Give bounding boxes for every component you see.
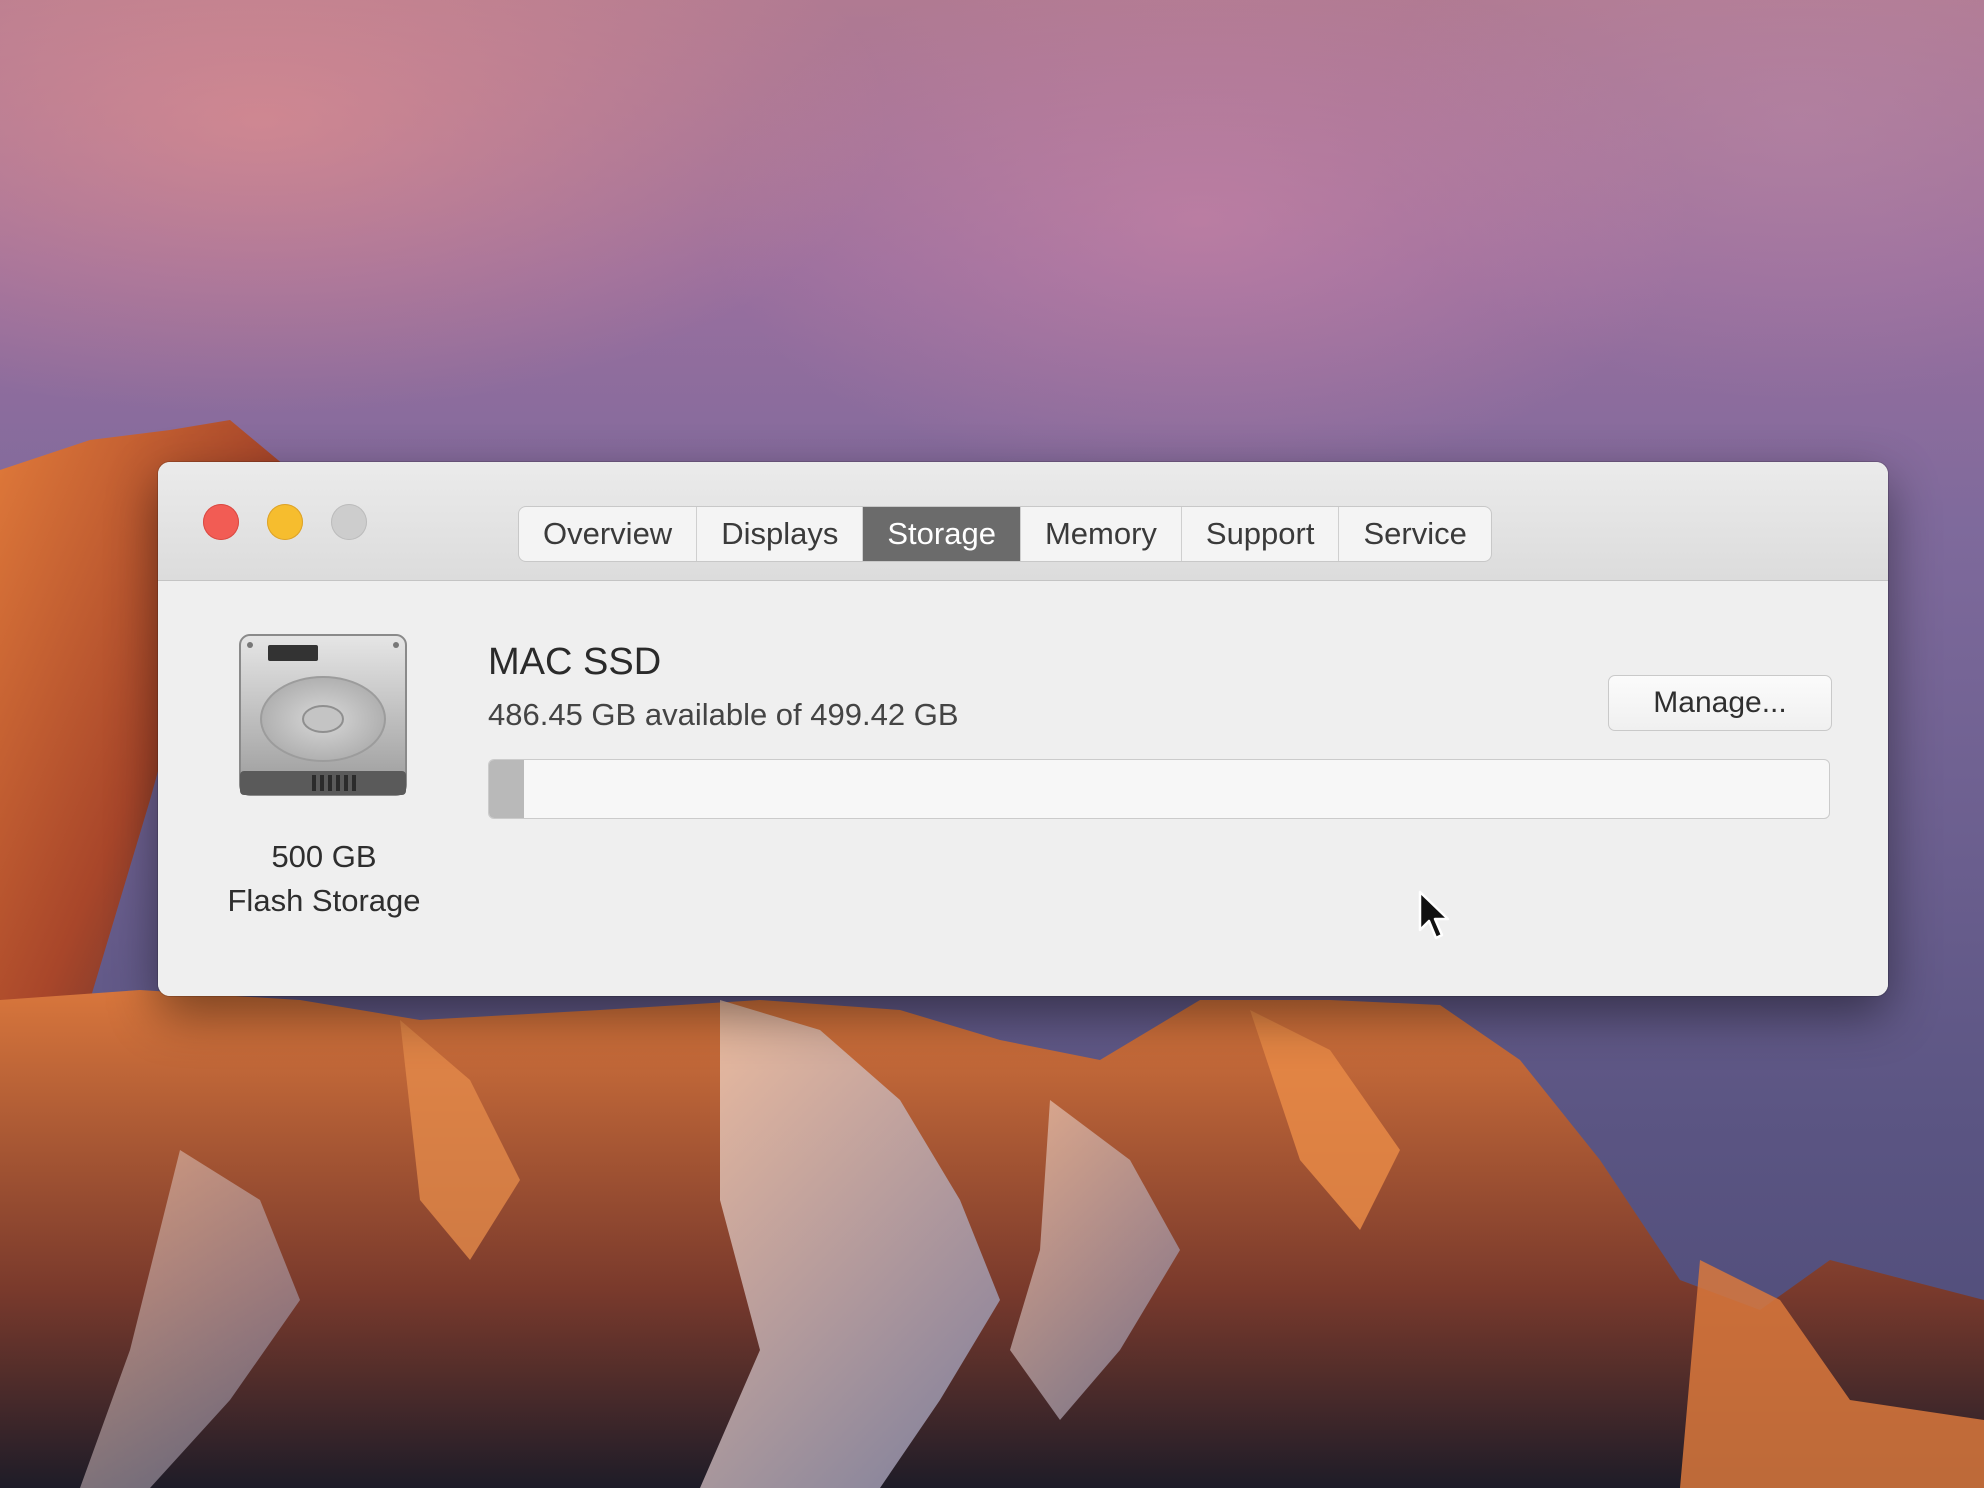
tab-service[interactable]: Service: [1339, 507, 1490, 561]
volume-name: MAC SSD: [488, 641, 662, 683]
tab-overview[interactable]: Overview: [519, 507, 698, 561]
title-bar[interactable]: Overview Displays Storage Memory Support…: [158, 462, 1888, 581]
disk-caption: 500 GB Flash Storage: [194, 835, 454, 923]
minimize-button[interactable]: [267, 504, 303, 540]
storage-panel: 500 GB Flash Storage MAC SSD 486.45 GB a…: [158, 581, 1888, 996]
disk-type-label: Flash Storage: [227, 883, 421, 918]
tab-storage[interactable]: Storage: [863, 507, 1021, 561]
storage-used-fill: [489, 760, 524, 818]
mouse-pointer-icon: [1418, 890, 1450, 940]
tab-bar: Overview Displays Storage Memory Support…: [518, 506, 1492, 562]
disk-capacity-label: 500 GB: [271, 839, 377, 874]
close-button[interactable]: [203, 504, 239, 540]
availability-text: 486.45 GB available of 499.42 GB: [488, 697, 959, 732]
zoom-button[interactable]: [331, 504, 367, 540]
tab-memory[interactable]: Memory: [1021, 507, 1182, 561]
system-information-window: Overview Displays Storage Memory Support…: [158, 462, 1888, 996]
tab-support[interactable]: Support: [1182, 507, 1340, 561]
storage-usage-bar: [488, 759, 1830, 819]
manage-button[interactable]: Manage...: [1608, 675, 1832, 731]
tab-displays[interactable]: Displays: [697, 507, 864, 561]
hard-drive-icon: [239, 634, 407, 796]
